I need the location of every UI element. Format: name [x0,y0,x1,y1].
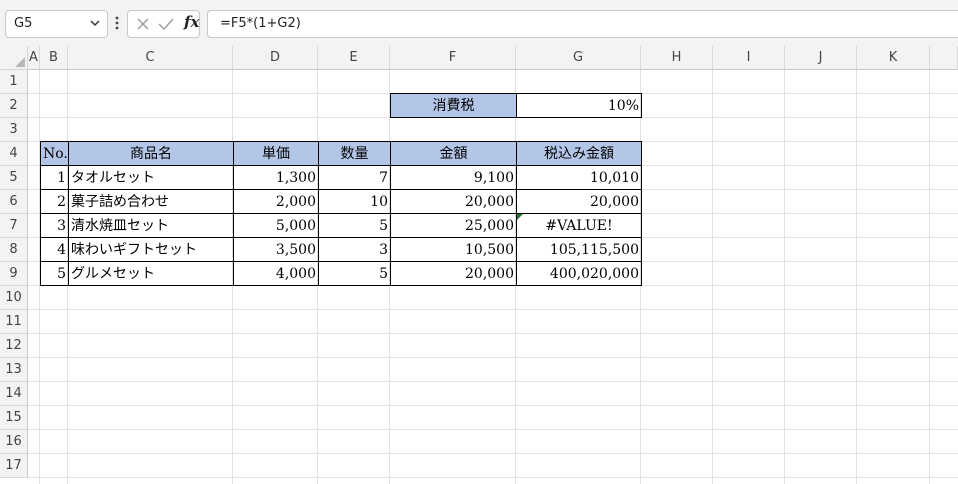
gridline-horizontal [28,357,958,358]
select-all-corner[interactable] [0,46,28,70]
table-cell[interactable]: 2,000 [233,189,319,214]
column-header-j[interactable]: J [785,46,857,70]
gridline-vertical [712,70,713,484]
enter-check-icon[interactable] [158,17,174,31]
tax-included-amount-cell[interactable]: 400,020,000 [516,261,642,286]
row-header-16[interactable]: 16 [0,430,28,454]
row-header-7[interactable]: 7 [0,214,28,238]
table-cell[interactable]: タオルセット [68,165,234,190]
row-header-12[interactable]: 12 [0,334,28,358]
row-header-3[interactable]: 3 [0,118,28,142]
column-header-c[interactable]: C [68,46,233,70]
column-header-a[interactable]: A [28,46,40,70]
row-header-10[interactable]: 10 [0,286,28,310]
row-header-5[interactable]: 5 [0,166,28,190]
table-header-cell[interactable]: 税込み金額 [516,141,642,166]
formula-buttons: fx [127,10,200,38]
table-cell[interactable]: 20,000 [390,189,517,214]
table-cell[interactable]: 10,500 [390,237,517,262]
column-header-g[interactable]: G [516,46,641,70]
row-header-17[interactable]: 17 [0,454,28,478]
error-indicator-icon[interactable] [517,214,523,220]
table-cell[interactable]: 5 [318,261,391,286]
row-header-13[interactable]: 13 [0,358,28,382]
table-cell[interactable]: 25,000 [390,213,517,238]
row-header-15[interactable]: 15 [0,406,28,430]
table-cell[interactable]: 7 [318,165,391,190]
gridline-horizontal [28,429,958,430]
gridline-horizontal [28,333,958,334]
tax-label-cell[interactable]: 消費税 [390,93,517,118]
row-header-1[interactable]: 1 [0,70,28,94]
table-cell[interactable]: 味わいギフトセット [68,237,234,262]
select-all-triangle-icon [15,57,25,67]
tax-included-amount-cell[interactable]: 20,000 [516,189,642,214]
gridline-vertical [856,70,857,484]
chevron-down-icon[interactable] [89,17,101,29]
column-headers: ABCDEFGHIJK [0,46,958,70]
table-header-cell[interactable]: 単価 [233,141,319,166]
column-header-b[interactable]: B [40,46,68,70]
gridline-horizontal [28,309,958,310]
row-header-14[interactable]: 14 [0,382,28,406]
gridline-horizontal [28,381,958,382]
tax-rate-cell[interactable]: 10% [516,93,642,118]
row-header-11[interactable]: 11 [0,310,28,334]
cancel-icon[interactable] [136,17,150,31]
formula-input[interactable]: =F5*(1+G2) [207,10,958,38]
table-cell[interactable]: 3,500 [233,237,319,262]
table-cell[interactable]: グルメセット [68,261,234,286]
table-cell[interactable]: 5 [40,261,69,286]
tax-included-amount-cell[interactable]: 10,010 [516,165,642,190]
table-cell[interactable]: 9,100 [390,165,517,190]
worksheet-grid[interactable]: ABCDEFGHIJK 1 2 3 4 5 6 7 8 9 10 11 12 13 14 15 16 17 消費… [0,46,958,484]
row-header-6[interactable]: 6 [0,190,28,214]
table-cell[interactable]: 清水焼皿セット [68,213,234,238]
column-header-overflow[interactable] [930,46,958,70]
tax-included-amount-cell[interactable]: 105,115,500 [516,237,642,262]
row-header-2[interactable]: 2 [0,94,28,118]
table-cell[interactable]: 3 [318,237,391,262]
table-header-cell[interactable]: 商品名 [68,141,234,166]
table-cell[interactable]: 菓子詰め合わせ [68,189,234,214]
table-cell[interactable]: 1,300 [233,165,319,190]
table-cell[interactable]: 2 [40,189,69,214]
formula-bar: G5 fx =F5*(1+G2) [0,0,958,46]
insert-function-button[interactable]: fx [184,13,199,31]
formula-text: =F5*(1+G2) [220,16,301,31]
table-cell[interactable]: 4,000 [233,261,319,286]
column-header-k[interactable]: K [857,46,930,70]
table-cell[interactable]: 4 [40,237,69,262]
column-header-e[interactable]: E [318,46,390,70]
table-header-cell[interactable]: No. [40,141,69,166]
gridline-horizontal [28,453,958,454]
name-box-value: G5 [14,16,33,31]
row-header-8[interactable]: 8 [0,238,28,262]
table-header-cell[interactable]: 数量 [318,141,391,166]
table-cell[interactable]: 10 [318,189,391,214]
row-header-9[interactable]: 9 [0,262,28,286]
gridline-vertical [784,70,785,484]
tax-included-amount-cell[interactable]: #VALUE! [516,213,642,238]
table-header-cell[interactable]: 金額 [390,141,517,166]
more-options-icon[interactable] [113,14,121,32]
name-box[interactable]: G5 [5,10,108,38]
row-header-4[interactable]: 4 [0,142,28,166]
column-header-f[interactable]: F [390,46,516,70]
table-cell[interactable]: 5 [318,213,391,238]
table-cell[interactable]: 5,000 [233,213,319,238]
table-cell[interactable]: 1 [40,165,69,190]
gridline-horizontal [28,477,958,478]
table-cell[interactable]: 20,000 [390,261,517,286]
table-cell[interactable]: 3 [40,213,69,238]
column-header-i[interactable]: I [713,46,785,70]
gridline-horizontal [28,405,958,406]
gridline-vertical [929,70,930,484]
column-header-d[interactable]: D [233,46,318,70]
column-header-h[interactable]: H [641,46,713,70]
